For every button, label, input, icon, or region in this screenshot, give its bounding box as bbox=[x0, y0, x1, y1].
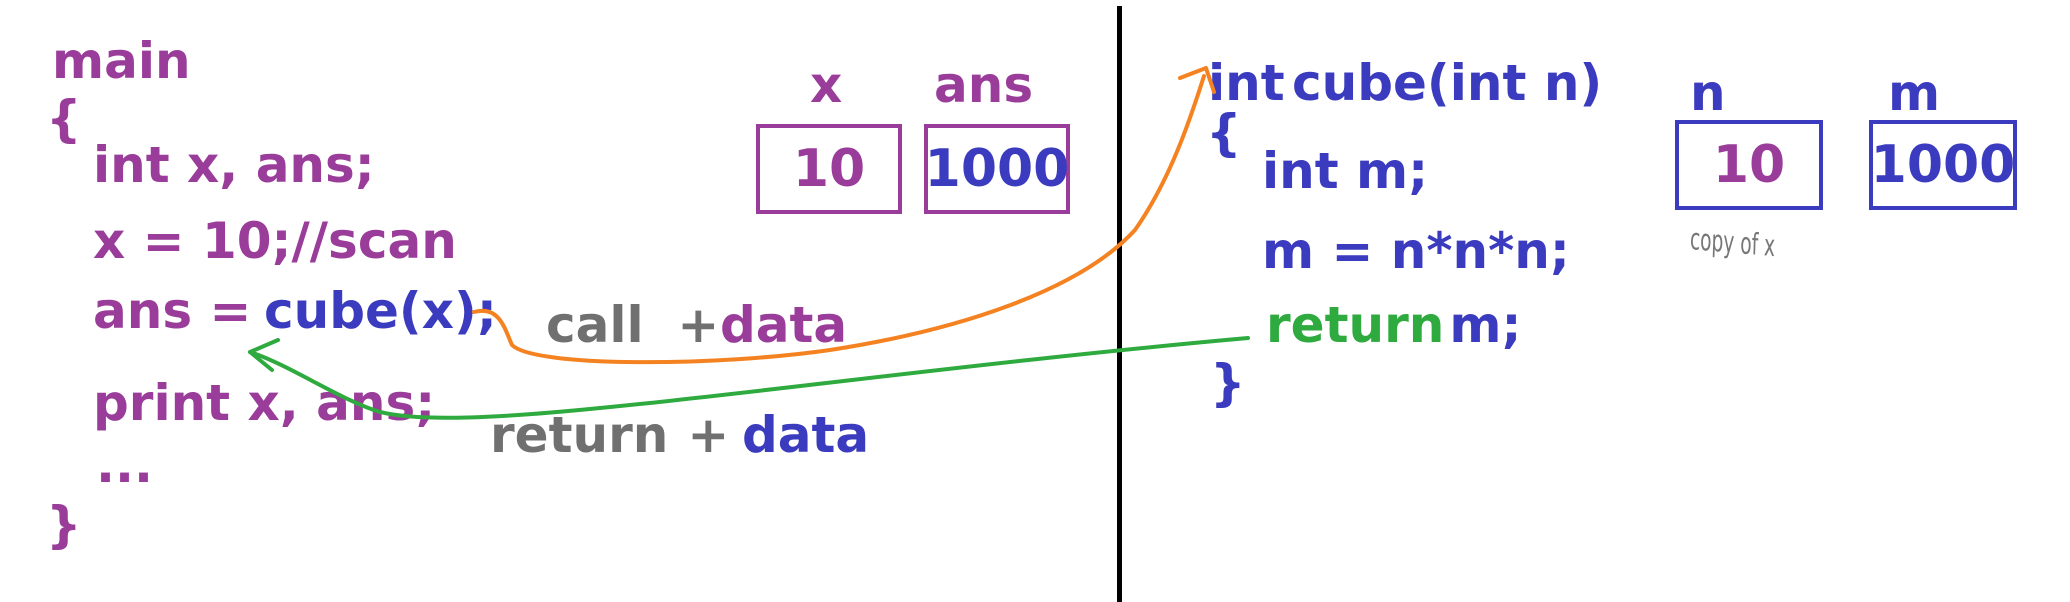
return-annotation-word: return bbox=[490, 406, 669, 464]
call-annotation-data: data bbox=[720, 296, 848, 354]
flow-arrows bbox=[248, 66, 1250, 420]
call-arrow-head bbox=[1178, 66, 1216, 94]
call-annotation-word: call bbox=[546, 296, 644, 354]
return-annotation-plus: + bbox=[670, 406, 747, 464]
return-arrow-head bbox=[248, 338, 280, 372]
return-annotation-data: data bbox=[742, 406, 870, 464]
diagram-canvas: main { int x, ans; x = 10;//scan ans = c… bbox=[0, 0, 2070, 602]
